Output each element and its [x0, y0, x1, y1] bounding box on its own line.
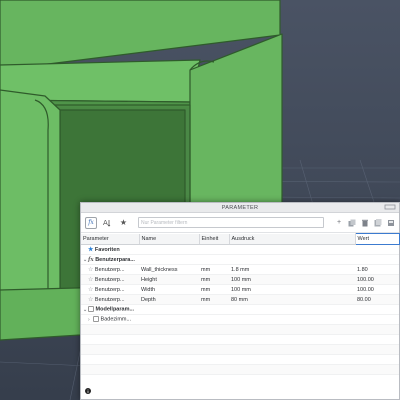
model-child-label: Badezimm... — [100, 316, 132, 323]
favorites-group-row[interactable]: ★ Favoriten — [81, 244, 399, 255]
component-icon — [88, 306, 94, 313]
row-value: 80.00 — [355, 294, 399, 305]
model-group-label: Modellparam... — [95, 306, 135, 313]
right-tool-group: + — [335, 217, 395, 228]
table-row[interactable]: ☆ Benutzerp... Width mm 100 mm 100.00 — [81, 284, 399, 295]
row-value: 100.00 — [355, 284, 399, 295]
row-expression[interactable]: 100 mm — [229, 284, 355, 295]
row-value: 100.00 — [355, 274, 399, 285]
dialog-titlebar[interactable]: PARAMETER — [81, 203, 399, 213]
row-parameter: Benutzerp... — [94, 287, 125, 293]
column-header-unit[interactable]: Einheit — [199, 233, 230, 245]
favorites-star-icon: ★ — [88, 247, 94, 253]
favorite-toggle-icon[interactable]: ☆ — [88, 297, 93, 303]
dialog-toolbar: fx A ★ + — [81, 213, 399, 233]
table-row[interactable]: ☆ Benutzerp... Wall_thickness mm 1.8 mm … — [81, 264, 399, 275]
row-expression[interactable]: 100 mm — [229, 274, 355, 285]
row-unit[interactable]: mm — [199, 284, 229, 295]
row-unit[interactable]: mm — [199, 294, 229, 305]
svg-text:A: A — [103, 219, 108, 227]
collapse-icon[interactable] — [384, 204, 396, 210]
row-parameter: Benutzerp... — [94, 277, 125, 283]
sort-icon[interactable]: A — [102, 217, 113, 228]
column-header-parameter[interactable]: Parameter — [81, 233, 140, 245]
copy-icon[interactable] — [348, 217, 356, 228]
info-icon[interactable]: i — [85, 388, 91, 394]
filter-search-input[interactable] — [138, 217, 324, 228]
parameter-dialog: PARAMETER fx A ★ + — [80, 202, 400, 400]
table-header-row: Parameter Name Einheit Ausdruck Wert — [81, 233, 400, 245]
row-unit[interactable]: mm — [199, 274, 229, 285]
row-parameter: Benutzerp... — [94, 267, 125, 273]
parameter-table: Parameter Name Einheit Ausdruck Wert ★ F… — [81, 233, 400, 375]
row-name[interactable]: Height — [139, 274, 199, 285]
column-header-name[interactable]: Name — [139, 233, 200, 245]
row-name[interactable]: Width — [139, 284, 199, 295]
table-row[interactable]: ☆ Benutzerp... Height mm 100 mm 100.00 — [81, 274, 399, 285]
favorite-toggle-icon[interactable]: ☆ — [88, 277, 93, 283]
export-icon[interactable] — [374, 217, 382, 228]
fx-icon: fx — [88, 256, 94, 263]
add-parameter-button[interactable]: + — [335, 217, 343, 228]
user-parameters-group-row[interactable]: ⌄fx Benutzerpara... — [81, 254, 399, 265]
favorite-toggle-icon[interactable]: ☆ — [88, 287, 93, 293]
component-icon — [93, 316, 99, 323]
column-header-expression[interactable]: Ausdruck — [229, 233, 356, 245]
row-expression[interactable]: 80 mm — [229, 294, 355, 305]
favorites-label: Favoriten — [94, 247, 120, 253]
model-child-row[interactable]: › Badezimm... — [81, 314, 399, 325]
row-value: 1.80 — [355, 264, 399, 275]
fx-filter-button[interactable]: fx — [85, 216, 97, 229]
row-name[interactable]: Depth — [139, 294, 199, 305]
row-parameter: Benutzerp... — [94, 297, 125, 303]
row-unit[interactable]: mm — [199, 264, 229, 275]
model-parameters-group-row[interactable]: ⌄ Modellparam... — [81, 304, 399, 315]
column-header-value[interactable]: Wert — [354, 233, 400, 245]
table-row[interactable]: ☆ Benutzerp... Depth mm 80 mm 80.00 — [81, 294, 399, 305]
delete-icon[interactable] — [361, 217, 369, 228]
row-name[interactable]: Wall_thickness — [139, 264, 199, 275]
favorite-toggle-icon[interactable]: ☆ — [88, 267, 93, 273]
user-group-label: Benutzerpara... — [95, 256, 135, 263]
settings-icon[interactable] — [387, 217, 395, 228]
row-expression[interactable]: 1.8 mm — [229, 264, 355, 275]
dialog-title: PARAMETER — [221, 204, 259, 211]
favorite-star-icon[interactable]: ★ — [118, 217, 129, 228]
